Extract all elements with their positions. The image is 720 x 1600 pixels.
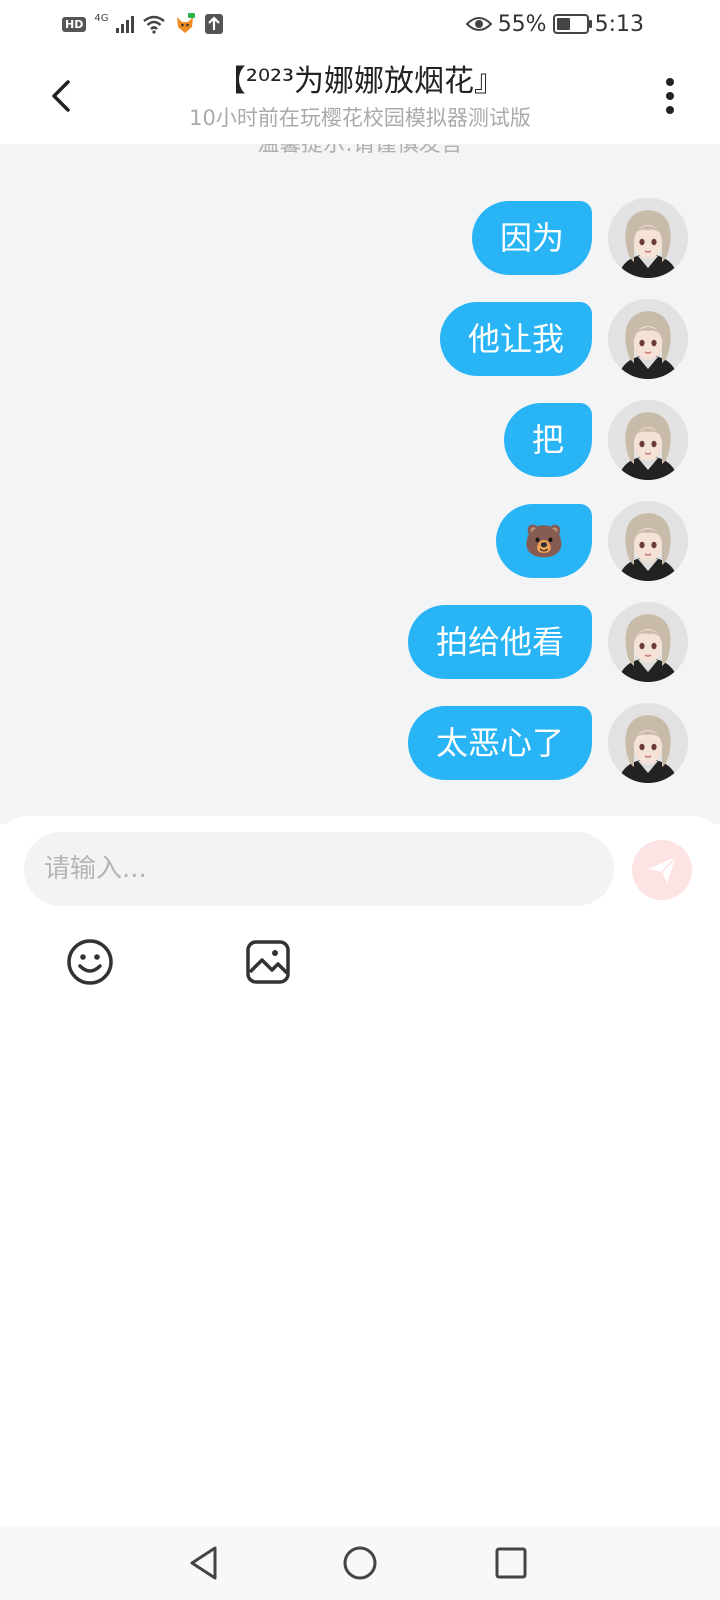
message-bubble[interactable]: 把 — [503, 403, 592, 477]
message-row: 拍给他看 — [407, 602, 688, 682]
nav-recents-button[interactable] — [488, 1540, 534, 1586]
message-row: 太恶心了 — [407, 703, 688, 783]
back-button[interactable] — [42, 72, 82, 120]
clock: 5:13 — [594, 11, 644, 37]
cell-signal-icon — [116, 15, 135, 33]
message-row: 因为 — [471, 198, 688, 278]
upload-icon — [205, 14, 224, 34]
status-right: 55% 5:13 — [465, 10, 644, 38]
message-row: 把 — [503, 400, 688, 480]
circle-home-icon — [343, 1546, 377, 1580]
network-type: 4G — [94, 12, 109, 24]
message-row: 🐻 — [496, 501, 688, 581]
message-bubble[interactable]: 🐻 — [496, 504, 592, 578]
chat-area[interactable]: 温馨提示:请谨慎发言 因为 他让我 把 🐻 拍给他看 太恶心了 — [0, 144, 720, 824]
chat-notice: 温馨提示:请谨慎发言 — [257, 144, 463, 157]
smiley-icon — [67, 939, 113, 985]
message-bubble[interactable]: 太恶心了 — [407, 706, 592, 780]
send-button[interactable] — [632, 840, 692, 900]
triangle-back-icon — [190, 1546, 217, 1580]
nav-home-button[interactable] — [337, 1540, 383, 1586]
avatar[interactable] — [608, 602, 688, 682]
message-composer — [0, 816, 720, 1526]
more-options-button[interactable] — [660, 76, 680, 120]
paper-plane-icon — [648, 856, 677, 883]
avatar[interactable] — [608, 299, 688, 379]
page-title: 【²⁰²³为娜娜放烟花』 — [215, 64, 505, 99]
wifi-icon — [143, 15, 166, 34]
square-recents-icon — [495, 1547, 527, 1579]
nav-back-button[interactable] — [182, 1540, 228, 1586]
battery-percent: 55% — [497, 11, 547, 37]
system-nav-bar — [0, 1526, 720, 1600]
battery-icon — [552, 14, 592, 34]
fox-app-icon — [177, 13, 196, 33]
page-subtitle: 10小时前在玩樱花校园模拟器测试版 — [189, 106, 531, 130]
status-bar: HD 4G 55% 5:13 — [0, 0, 720, 48]
chat-header: 【²⁰²³为娜娜放烟花』 10小时前在玩樱花校园模拟器测试版 — [0, 48, 720, 144]
message-bubble[interactable]: 拍给他看 — [407, 605, 592, 679]
image-icon — [246, 940, 290, 984]
message-bubble[interactable]: 他让我 — [439, 302, 592, 376]
avatar[interactable] — [608, 198, 688, 278]
avatar[interactable] — [608, 703, 688, 783]
eye-icon — [465, 17, 492, 31]
image-button[interactable] — [242, 936, 294, 988]
emoji-button[interactable] — [64, 936, 116, 988]
avatar[interactable] — [608, 501, 688, 581]
battery-fill — [556, 18, 570, 30]
message-bubble[interactable]: 因为 — [471, 201, 592, 275]
status-left: HD 4G — [62, 12, 224, 36]
message-input[interactable] — [24, 832, 614, 906]
message-row: 他让我 — [439, 299, 688, 379]
hd-badge: HD — [62, 16, 87, 32]
more-vertical-icon — [666, 78, 674, 114]
chevron-left-icon — [52, 80, 70, 112]
avatar[interactable] — [608, 400, 688, 480]
